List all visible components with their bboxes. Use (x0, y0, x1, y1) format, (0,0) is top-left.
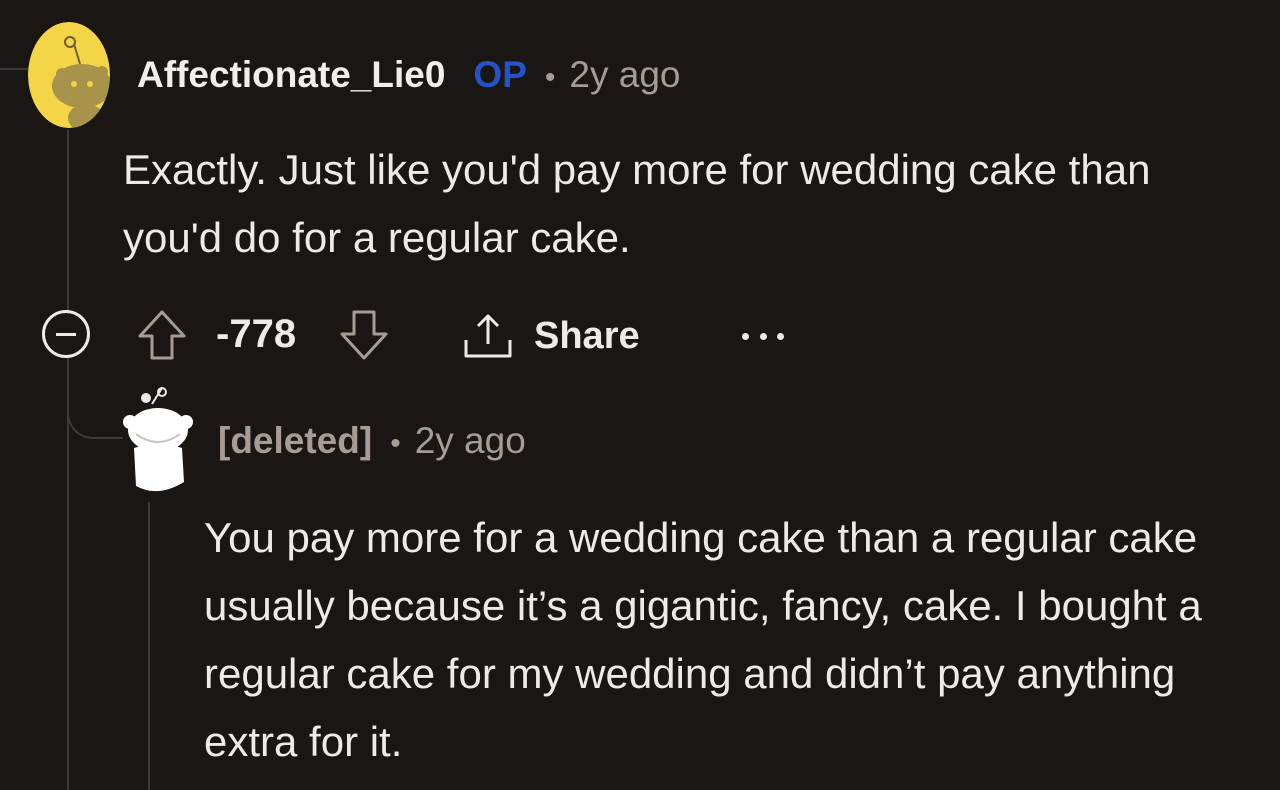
reply-thread-line[interactable] (148, 502, 150, 790)
thread-connector (0, 0, 28, 70)
avatar[interactable] (28, 22, 110, 128)
meta-separator: • (390, 427, 401, 460)
meta-separator: • (544, 61, 556, 94)
author-username[interactable]: Affectionate_Lie0 (137, 54, 445, 96)
comment-body: Exactly. Just like you'd pay more for we… (123, 146, 1151, 261)
more-options-button[interactable] (742, 320, 784, 352)
comment-meta: Affectionate_Lie0 OP • 2y ago (137, 54, 681, 104)
comment-timestamp[interactable]: 2y ago (569, 54, 680, 96)
author-username: [deleted] (218, 420, 373, 461)
arrow-down-icon[interactable] (338, 308, 390, 362)
vote-score: -778 (216, 312, 297, 356)
share-label: Share (534, 314, 640, 357)
share-button[interactable]: Share (462, 306, 640, 366)
collapse-button[interactable] (42, 310, 90, 358)
snoo-avatar-icon (123, 387, 193, 492)
avatar[interactable] (122, 386, 194, 498)
reply-body: You pay more for a wedding cake than a r… (204, 514, 1202, 765)
comment-timestamp[interactable]: 2y ago (415, 420, 526, 462)
reply-connector (67, 395, 123, 439)
ellipsis-icon (742, 332, 749, 340)
arrow-up-icon[interactable] (136, 308, 188, 362)
op-badge: OP (473, 54, 527, 95)
share-icon (464, 314, 512, 358)
comment-thread: Affectionate_Lie0 OP • 2y ago Exactly. J… (0, 0, 1280, 790)
snoo-avatar-icon (28, 22, 110, 128)
thread-line (67, 130, 69, 314)
reply-meta: [deleted] • 2y ago (218, 420, 526, 470)
